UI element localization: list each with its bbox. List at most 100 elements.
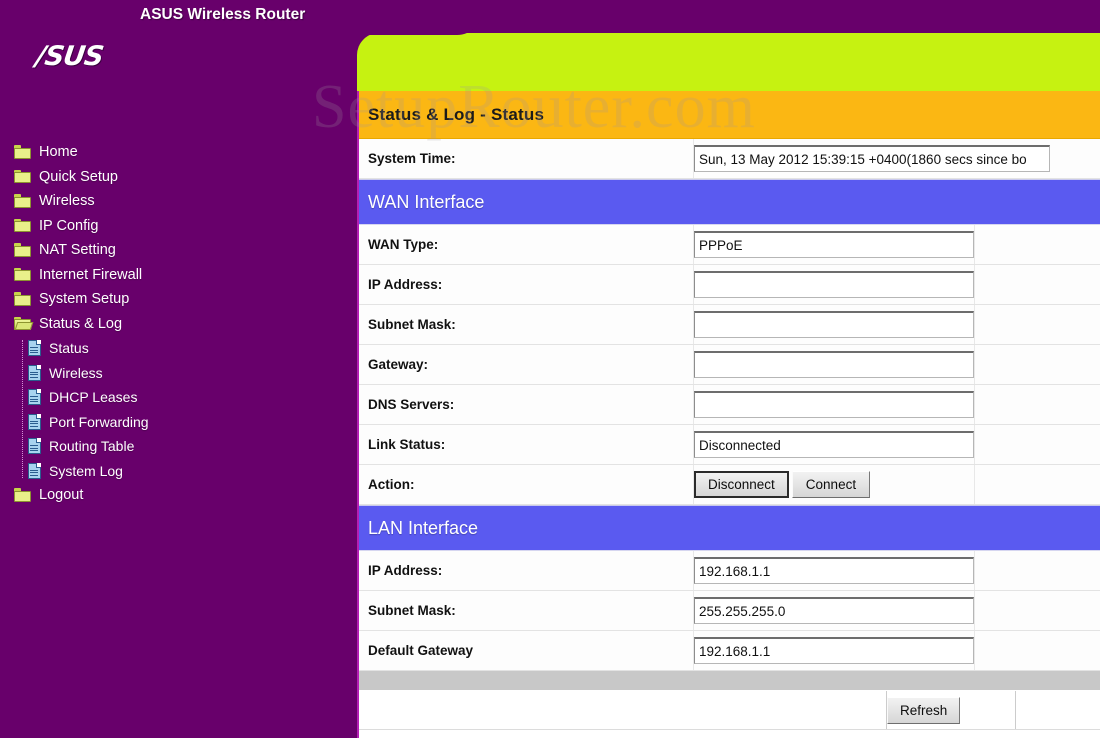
sidebar-item-label: Status & Log: [39, 315, 123, 332]
row-extra-cell: [974, 385, 1100, 424]
sidebar-item-label: Logout: [39, 487, 84, 504]
folder-icon: [14, 169, 31, 184]
row-label: IP Address:: [359, 265, 694, 304]
row-value-cell: [694, 305, 974, 344]
row-label: Gateway:: [359, 345, 694, 384]
row-extra-cell: [974, 591, 1100, 630]
sidebar-panel: /SUS Home Quick Setup Wireless IP Config…: [0, 0, 357, 738]
refresh-button[interactable]: Refresh: [887, 696, 961, 724]
sidebar-item-label: Routing Table: [49, 438, 135, 455]
row-value-cell: [694, 385, 974, 424]
disconnect-button[interactable]: Disconnect: [694, 471, 789, 498]
sidebar-item-status[interactable]: Status: [0, 336, 357, 361]
folder-open-icon: [14, 316, 34, 331]
table-row-wan-ip-address: IP Address:: [359, 265, 1100, 305]
lan-subnet-mask-field: 255.255.255.0: [694, 597, 974, 624]
sidebar-item-wireless-status[interactable]: Wireless: [0, 361, 357, 386]
document-icon: [28, 438, 41, 455]
table-row-wan-dns-servers: DNS Servers:: [359, 385, 1100, 425]
banner-green-area: [357, 33, 1100, 91]
row-label: Subnet Mask:: [359, 591, 694, 630]
sidebar-item-wireless[interactable]: Wireless: [0, 189, 357, 214]
footer-row: Refresh: [359, 691, 1100, 730]
row-label: Subnet Mask:: [359, 305, 694, 344]
document-icon: [28, 340, 41, 357]
sidebar-item-label: NAT Setting: [39, 242, 116, 259]
wan-dns-servers-field: [694, 391, 974, 418]
banner-purple-tab: ASUS Wireless Router: [0, 0, 483, 35]
table-row-lan-default-gateway: Default Gateway 192.168.1.1: [359, 631, 1100, 671]
sidebar-item-label: Port Forwarding: [49, 413, 149, 430]
row-value-cell: 192.168.1.1: [694, 551, 974, 590]
row-extra-cell: [974, 305, 1100, 344]
sidebar-item-home[interactable]: Home: [0, 140, 357, 165]
sidebar-item-nat-setting[interactable]: NAT Setting: [0, 238, 357, 263]
sidebar-item-label: Wireless: [39, 193, 95, 210]
sidebar-item-dhcp-leases[interactable]: DHCP Leases: [0, 385, 357, 410]
connect-button[interactable]: Connect: [791, 471, 871, 498]
sidebar-item-system-setup[interactable]: System Setup: [0, 287, 357, 312]
table-row-wan-link-status: Link Status: Disconnected: [359, 425, 1100, 465]
folder-icon: [14, 243, 31, 257]
sidebar-item-logout[interactable]: Logout: [0, 483, 357, 508]
row-extra-cell: [974, 631, 1100, 670]
row-value-cell: PPPoE: [694, 225, 974, 264]
table-row-lan-ip-address: IP Address: 192.168.1.1: [359, 551, 1100, 591]
sidebar-item-system-log[interactable]: System Log: [0, 459, 357, 484]
row-extra-cell: [974, 465, 1100, 504]
wan-ip-address-field: [694, 271, 974, 298]
sidebar-item-status-and-log[interactable]: Status & Log: [0, 312, 357, 337]
sidebar-item-label: System Setup: [39, 291, 130, 308]
table-row-wan-subnet-mask: Subnet Mask:: [359, 305, 1100, 345]
table-row-wan-action: Action: Disconnect Connect: [359, 465, 1100, 505]
footer-divider: [359, 671, 1100, 691]
sidebar-item-label: Quick Setup: [39, 168, 118, 185]
row-label: WAN Type:: [359, 225, 694, 264]
row-extra-cell: [974, 425, 1100, 464]
document-icon: [28, 389, 41, 406]
sidebar-item-label: DHCP Leases: [49, 389, 138, 406]
folder-icon: [14, 145, 31, 159]
sidebar-item-label: Wireless: [49, 364, 103, 381]
sidebar-item-label: Status: [49, 340, 89, 357]
sidebar-item-ip-config[interactable]: IP Config: [0, 214, 357, 239]
section-title: WAN Interface: [368, 191, 485, 212]
sidebar-item-routing-table[interactable]: Routing Table: [0, 434, 357, 459]
sidebar-nav: Home Quick Setup Wireless IP Config NAT …: [0, 140, 357, 508]
sidebar-item-quick-setup[interactable]: Quick Setup: [0, 165, 357, 190]
app-title: ASUS Wireless Router: [140, 6, 306, 23]
footer-spacer: [359, 691, 887, 729]
document-icon: [28, 413, 41, 430]
document-icon: [28, 364, 41, 381]
asus-logo: /SUS: [34, 41, 156, 72]
row-value-cell: 255.255.255.0: [694, 591, 974, 630]
sidebar-item-label: IP Config: [39, 217, 99, 234]
row-extra-cell: [974, 265, 1100, 304]
folder-icon: [14, 292, 31, 306]
row-label: System Time:: [359, 139, 694, 178]
folder-icon: [14, 488, 31, 502]
lan-ip-address-field: 192.168.1.1: [694, 557, 974, 584]
sidebar-item-port-forwarding[interactable]: Port Forwarding: [0, 410, 357, 435]
table-row-wan-gateway: Gateway:: [359, 345, 1100, 385]
sidebar-item-label: Internet Firewall: [39, 266, 143, 283]
table-row-lan-subnet-mask: Subnet Mask: 255.255.255.0: [359, 591, 1100, 631]
row-value-cell: Disconnected: [694, 425, 974, 464]
document-icon: [28, 462, 41, 479]
row-label: Link Status:: [359, 425, 694, 464]
refresh-cell: Refresh: [887, 691, 1016, 729]
row-value-cell: [694, 345, 974, 384]
folder-icon: [14, 267, 31, 282]
row-value-cell: Sun, 13 May 2012 15:39:15 +0400(1860 sec…: [694, 139, 1100, 178]
main-content: Status & Log - Status System Time: Sun, …: [357, 91, 1100, 738]
folder-icon: [14, 194, 31, 208]
wan-subnet-mask-field: [694, 311, 974, 338]
footer-right-pad: [1016, 691, 1100, 729]
row-label: DNS Servers:: [359, 385, 694, 424]
sidebar-item-label: System Log: [49, 462, 123, 479]
row-extra-cell: [974, 345, 1100, 384]
table-row-wan-type: WAN Type: PPPoE: [359, 225, 1100, 265]
table-row-system-time: System Time: Sun, 13 May 2012 15:39:15 +…: [359, 139, 1100, 179]
sidebar-item-internet-firewall[interactable]: Internet Firewall: [0, 263, 357, 288]
section-header-wan: WAN Interface: [359, 179, 1100, 225]
